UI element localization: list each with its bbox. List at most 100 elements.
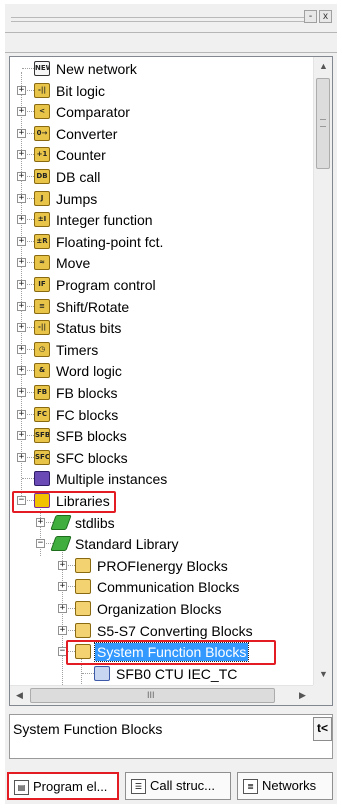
tree-item[interactable]: + Communication Blocks xyxy=(10,576,313,598)
expand-icon[interactable]: + xyxy=(17,366,26,376)
expand-icon[interactable]: + xyxy=(17,150,26,160)
tab-label: Program el... xyxy=(33,779,108,794)
selected-element-info: System Function Blocks xyxy=(13,721,163,737)
libraries-highlight-box xyxy=(12,491,116,513)
expand-icon[interactable]: + xyxy=(17,388,26,397)
tree-item-label: Word logic xyxy=(56,363,122,380)
expand-icon[interactable]: + xyxy=(58,560,67,570)
tree-item[interactable]: + FC FC blocks xyxy=(10,404,313,426)
tree-item[interactable]: + J Jumps xyxy=(10,188,313,210)
move-icon: ≈ xyxy=(34,255,50,271)
expand-icon[interactable]: + xyxy=(17,452,26,462)
expand-icon[interactable]: + xyxy=(17,258,26,268)
scrollbar-corner xyxy=(313,685,332,705)
tree-item-label: Communication Blocks xyxy=(97,579,240,596)
networks-icon: ≣ xyxy=(243,779,258,794)
floating-point-icon: ±R xyxy=(34,233,50,249)
expand-icon[interactable]: + xyxy=(17,280,26,289)
tree-item-label: FC blocks xyxy=(56,406,119,423)
tab-label: Call struc... xyxy=(150,778,216,793)
sfc-blocks-icon: SFC xyxy=(34,449,50,465)
tree-item-label: Move xyxy=(56,255,91,272)
tree-item[interactable]: + ±I Integer function xyxy=(10,209,313,231)
bit-logic-icon: -|| xyxy=(34,82,50,98)
expand-icon[interactable]: + xyxy=(17,215,26,225)
expand-icon[interactable]: + xyxy=(58,582,67,592)
expand-icon[interactable]: + xyxy=(17,172,26,181)
panel-titlebar[interactable]: - x xyxy=(5,4,337,32)
library-icon xyxy=(50,536,72,552)
tree-item-label: Jumps xyxy=(56,190,98,207)
tree-item[interactable]: SFB0 CTU IEC_TC xyxy=(10,663,313,685)
tree-vertical-scrollbar[interactable]: ▲ ▼ xyxy=(313,57,332,685)
tab-program-elements[interactable]: ▤ Program el... xyxy=(7,772,119,800)
tree-item[interactable]: + stdlibs xyxy=(10,512,313,534)
tree-item-label: Counter xyxy=(56,147,106,164)
expand-icon[interactable]: + xyxy=(58,625,67,635)
tree-item[interactable]: + PROFIenergy Blocks xyxy=(10,555,313,577)
tree-item[interactable]: + Organization Blocks xyxy=(10,598,313,620)
tree-item[interactable]: + +1 Counter xyxy=(10,144,313,166)
scroll-left-arrow-icon[interactable]: ◀ xyxy=(10,690,29,701)
element-info-box: System Function Blocks t< xyxy=(9,714,333,759)
tree-item[interactable]: Multiple instances xyxy=(10,468,313,490)
insert-element-button[interactable]: t< xyxy=(313,717,332,741)
tree-item-label: Bit logic xyxy=(56,82,106,99)
tree-item-label: S5-S7 Converting Blocks xyxy=(97,622,253,639)
tree-item[interactable]: − Standard Library xyxy=(10,533,313,555)
timers-icon: ◷ xyxy=(34,341,50,357)
tree-item[interactable]: + S5-S7 Converting Blocks xyxy=(10,620,313,642)
tree-item[interactable]: + SFB SFB blocks xyxy=(10,425,313,447)
tab-call-structure[interactable]: ☰ Call struc... xyxy=(125,772,231,800)
tree-item[interactable]: + DB DB call xyxy=(10,166,313,188)
expand-icon[interactable]: + xyxy=(17,193,26,203)
tree-item[interactable]: + -|| Bit logic xyxy=(10,80,313,102)
expand-icon[interactable]: + xyxy=(17,85,26,95)
tree-item-label: Integer function xyxy=(56,212,153,229)
expand-icon[interactable]: + xyxy=(17,128,26,138)
tree-item[interactable]: + ≡ Shift/Rotate xyxy=(10,296,313,318)
tree-item-label: stdlibs xyxy=(75,514,115,531)
tree-item-label: PROFIenergy Blocks xyxy=(97,557,228,574)
tree-item-label: Converter xyxy=(56,125,118,142)
collapse-icon[interactable]: − xyxy=(36,539,45,549)
scroll-right-arrow-icon[interactable]: ▶ xyxy=(293,690,312,701)
element-tree-view: NEWNew network+-||Bit logic+<Comparator+… xyxy=(9,56,333,706)
block-folder-icon xyxy=(75,557,91,573)
expand-icon[interactable]: + xyxy=(17,409,26,419)
scroll-down-arrow-icon[interactable]: ▼ xyxy=(314,669,332,679)
tree-item[interactable]: + < Comparator xyxy=(10,101,313,123)
status-bits-icon: -|| xyxy=(34,320,50,336)
tree-item[interactable]: + SFC SFC blocks xyxy=(10,447,313,469)
tree-item-label: SFB0 CTU IEC_TC xyxy=(116,665,238,682)
horizontal-scroll-thumb[interactable]: III xyxy=(30,688,275,703)
tree-item[interactable]: + -|| Status bits xyxy=(10,317,313,339)
minimize-button[interactable]: - xyxy=(304,10,317,23)
expand-icon[interactable]: + xyxy=(17,107,26,117)
titlebar-grip-line xyxy=(11,21,307,22)
expand-icon[interactable]: + xyxy=(36,517,45,527)
close-button[interactable]: x xyxy=(319,10,332,23)
expand-icon[interactable]: + xyxy=(58,604,67,613)
tree-item[interactable]: +0→ Converter xyxy=(10,123,313,145)
expand-icon[interactable]: + xyxy=(17,431,26,441)
tree-item[interactable]: + & Word logic xyxy=(10,360,313,382)
tree-item[interactable]: + ≈ Move xyxy=(10,252,313,274)
tree-item[interactable]: + ±R Floating-point fct. xyxy=(10,231,313,253)
vertical-scroll-thumb[interactable] xyxy=(316,78,330,169)
tree-item-label: Multiple instances xyxy=(56,471,168,488)
tree-connector-line xyxy=(22,478,34,480)
scroll-up-arrow-icon[interactable]: ▲ xyxy=(314,61,332,71)
tab-networks[interactable]: ≣ Networks xyxy=(237,772,333,800)
expand-icon[interactable]: + xyxy=(17,323,26,333)
tree-item[interactable]: + FB FB blocks xyxy=(10,382,313,404)
tree-connector-line xyxy=(82,672,94,674)
tree-item[interactable]: NEW New network xyxy=(10,58,313,80)
program-elements-panel: - x NEW New network + -|| Bit logic + < Compara… xyxy=(5,4,337,804)
expand-icon[interactable]: + xyxy=(17,301,26,311)
tree-horizontal-scrollbar[interactable]: ◀ III ▶ xyxy=(10,685,313,705)
expand-icon[interactable]: + xyxy=(17,344,26,354)
tree-item[interactable]: + ◷ Timers xyxy=(10,339,313,361)
tree-item[interactable]: + IF Program control xyxy=(10,274,313,296)
expand-icon[interactable]: + xyxy=(17,236,26,246)
